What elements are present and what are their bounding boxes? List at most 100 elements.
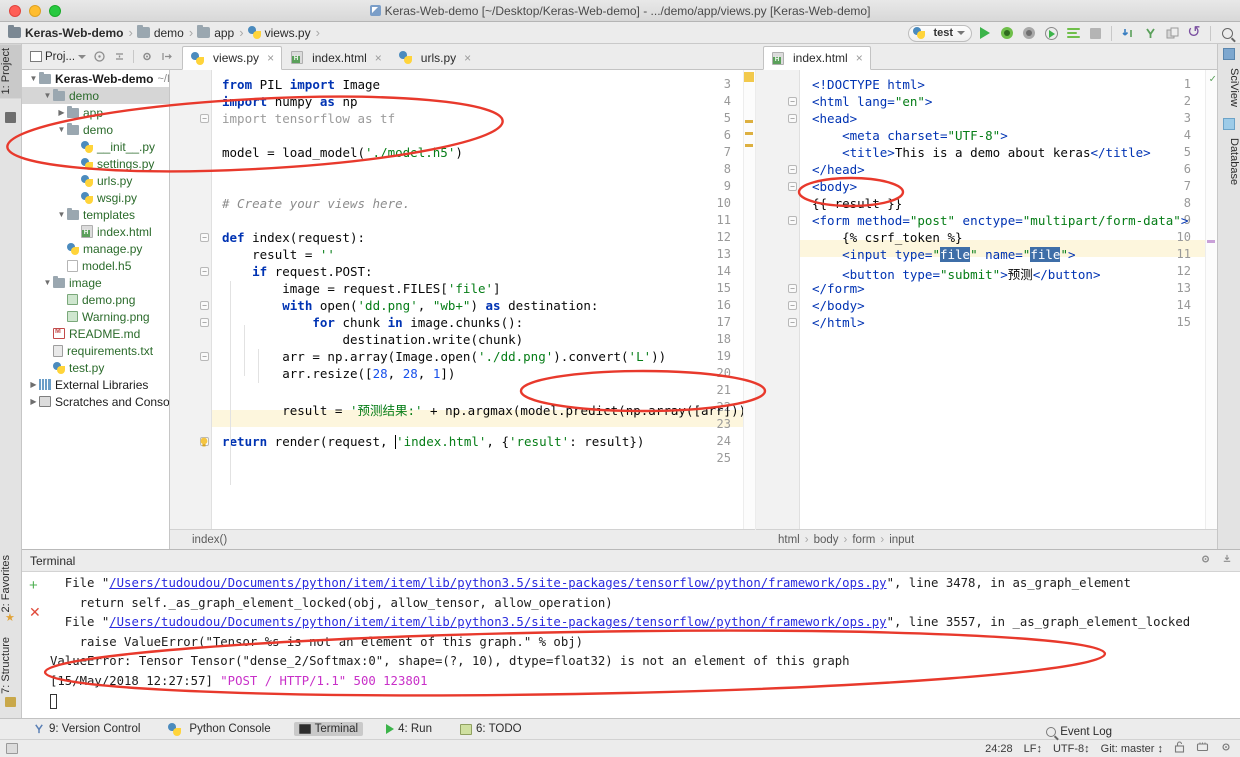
code-line[interactable]: <meta charset="UTF-8"> xyxy=(812,128,1008,143)
code-line[interactable]: </html> xyxy=(812,315,865,330)
code-line[interactable]: import numpy as np xyxy=(222,94,358,109)
chevron-down-icon[interactable]: ▼ xyxy=(56,210,67,219)
code-line[interactable]: </form> xyxy=(812,281,865,296)
tab-index-html[interactable]: index.html × xyxy=(282,45,390,69)
code-fold-handle[interactable]: − xyxy=(200,267,209,276)
tree-item[interactable]: requirements.txt xyxy=(22,342,169,359)
breadcrumb-item-form[interactable]: form xyxy=(852,534,875,546)
code-fold-handle[interactable]: − xyxy=(788,216,797,225)
code-line[interactable]: <title>This is a demo about keras</title… xyxy=(812,145,1151,160)
code-fold-handle[interactable]: − xyxy=(788,182,797,191)
run-configuration-selector[interactable]: test xyxy=(908,25,972,42)
breadcrumb-item-input[interactable]: input xyxy=(889,534,914,546)
coverage-button[interactable] xyxy=(1020,24,1038,42)
code-line[interactable]: <head> xyxy=(812,111,857,126)
code-fold-handle[interactable]: − xyxy=(788,114,797,123)
tree-item[interactable]: Warning.png xyxy=(22,308,169,325)
chevron-right-icon[interactable]: ▶ xyxy=(28,380,39,389)
tool-button-run[interactable]: 4: Run xyxy=(381,722,437,736)
tree-item[interactable]: manage.py xyxy=(22,240,169,257)
code-line[interactable]: return render(request, 'index.html', {'r… xyxy=(222,434,644,449)
code-fold-handle[interactable]: − xyxy=(200,352,209,361)
settings-gear-icon[interactable] xyxy=(141,50,154,63)
breadcrumb-function[interactable]: index() xyxy=(192,534,227,546)
tree-item[interactable]: urls.py xyxy=(22,172,169,189)
memory-icon[interactable] xyxy=(1196,741,1209,756)
code-line[interactable]: model = load_model('./model.h5') xyxy=(222,145,463,160)
python-code-editor[interactable]: 345678910111213141516171819202122232425−… xyxy=(170,70,755,529)
code-line[interactable]: {% csrf_token %} xyxy=(812,230,963,245)
tab-urls-py[interactable]: urls.py × xyxy=(390,45,479,69)
close-session-button[interactable]: ✕ xyxy=(29,606,41,618)
tree-item[interactable]: ▶Scratches and Consol xyxy=(22,393,169,410)
code-line[interactable]: from PIL import Image xyxy=(222,77,380,92)
close-icon[interactable]: × xyxy=(375,51,382,65)
file-path-link[interactable]: /Users/tudoudou/Documents/python/item/it… xyxy=(109,615,886,629)
code-line[interactable]: <input type="file" name="file"> xyxy=(812,247,1076,262)
compare-button[interactable] xyxy=(1163,24,1181,42)
code-line[interactable]: arr = np.array(Image.open('./dd.png').co… xyxy=(222,349,666,364)
code-line[interactable]: destination.write(chunk) xyxy=(222,332,523,347)
encoding-selector[interactable]: UTF-8↕ xyxy=(1053,743,1090,755)
code-line[interactable]: <html lang="en"> xyxy=(812,94,932,109)
close-icon[interactable]: × xyxy=(267,51,274,65)
code-line[interactable]: {{ result }} xyxy=(812,196,902,211)
project-view-selector[interactable]: Proj... xyxy=(30,51,86,63)
hide-icon[interactable] xyxy=(1221,553,1234,566)
collapse-all-icon[interactable] xyxy=(113,50,126,63)
code-line[interactable]: result = '' xyxy=(222,247,335,262)
code-line[interactable]: </body> xyxy=(812,298,865,313)
chevron-down-icon[interactable]: ▼ xyxy=(28,74,39,83)
file-path-link[interactable]: /Users/tudoudou/Documents/python/item/it… xyxy=(109,576,886,590)
code-line[interactable]: # Create your views here. xyxy=(222,196,410,211)
sidebar-item-sciview[interactable]: SciView xyxy=(1217,64,1240,111)
tree-item[interactable]: settings.py xyxy=(22,155,169,172)
breadcrumb-item-html[interactable]: html xyxy=(778,534,800,546)
code-line[interactable]: with open('dd.png', "wb+") as destinatio… xyxy=(222,298,598,313)
tree-item[interactable]: ▼image xyxy=(22,274,169,291)
code-line[interactable]: </head> xyxy=(812,162,865,177)
tool-button-terminal[interactable]: Terminal xyxy=(294,722,363,736)
event-log-button[interactable]: Event Log xyxy=(1046,726,1112,738)
code-line[interactable]: arr.resize([28, 28, 1]) xyxy=(222,366,455,381)
code-line[interactable]: <body> xyxy=(812,179,857,194)
chevron-right-icon[interactable]: ▶ xyxy=(56,108,67,117)
caret-position[interactable]: 24:28 xyxy=(985,743,1013,755)
new-session-button[interactable]: + xyxy=(29,580,38,592)
profile-button[interactable] xyxy=(1042,24,1060,42)
code-fold-handle[interactable]: − xyxy=(788,318,797,327)
editor-scrollbar[interactable] xyxy=(743,70,755,529)
sidebar-item-database[interactable]: Database xyxy=(1217,134,1240,189)
tree-item[interactable]: ▼demo xyxy=(22,121,169,138)
breadcrumb-item-app[interactable]: app xyxy=(214,26,234,40)
code-fold-handle[interactable]: − xyxy=(200,301,209,310)
editor-gutter[interactable] xyxy=(756,70,800,529)
code-line[interactable]: if request.POST: xyxy=(222,264,373,279)
vcs-branch-widget[interactable]: Git: master ↕ xyxy=(1101,743,1163,755)
window-icon[interactable] xyxy=(6,743,18,754)
tree-item[interactable]: ▼Keras-Web-demo~/D xyxy=(22,70,169,87)
stop-button[interactable] xyxy=(1086,24,1104,42)
update-project-button[interactable] xyxy=(1119,24,1137,42)
run-with-console-button[interactable] xyxy=(1064,24,1082,42)
code-fold-handle[interactable]: − xyxy=(200,233,209,242)
code-fold-handle[interactable]: − xyxy=(788,301,797,310)
tree-item[interactable]: ▼templates xyxy=(22,206,169,223)
tree-item[interactable]: index.html xyxy=(22,223,169,240)
locate-icon[interactable] xyxy=(93,50,106,63)
tree-item[interactable]: ▶External Libraries xyxy=(22,376,169,393)
tab-views-py[interactable]: views.py × xyxy=(182,46,282,70)
editor-scrollbar[interactable]: ✓ xyxy=(1205,70,1217,529)
tree-item[interactable]: __init__.py xyxy=(22,138,169,155)
tree-item[interactable]: model.h5 xyxy=(22,257,169,274)
code-fold-handle[interactable]: − xyxy=(788,97,797,106)
project-tree-panel[interactable]: ▼Keras-Web-demo~/D▼demo▶app▼demo__init__… xyxy=(22,70,170,549)
code-fold-handle[interactable]: − xyxy=(788,284,797,293)
tree-item[interactable]: demo.png xyxy=(22,291,169,308)
tree-item[interactable]: wsgi.py xyxy=(22,189,169,206)
search-everywhere-button[interactable] xyxy=(1218,24,1236,42)
close-icon[interactable]: × xyxy=(856,51,863,65)
breadcrumb-item-views[interactable]: views.py xyxy=(265,26,311,40)
chevron-down-icon[interactable]: ▼ xyxy=(56,125,67,134)
breadcrumb-item-body[interactable]: body xyxy=(814,534,839,546)
